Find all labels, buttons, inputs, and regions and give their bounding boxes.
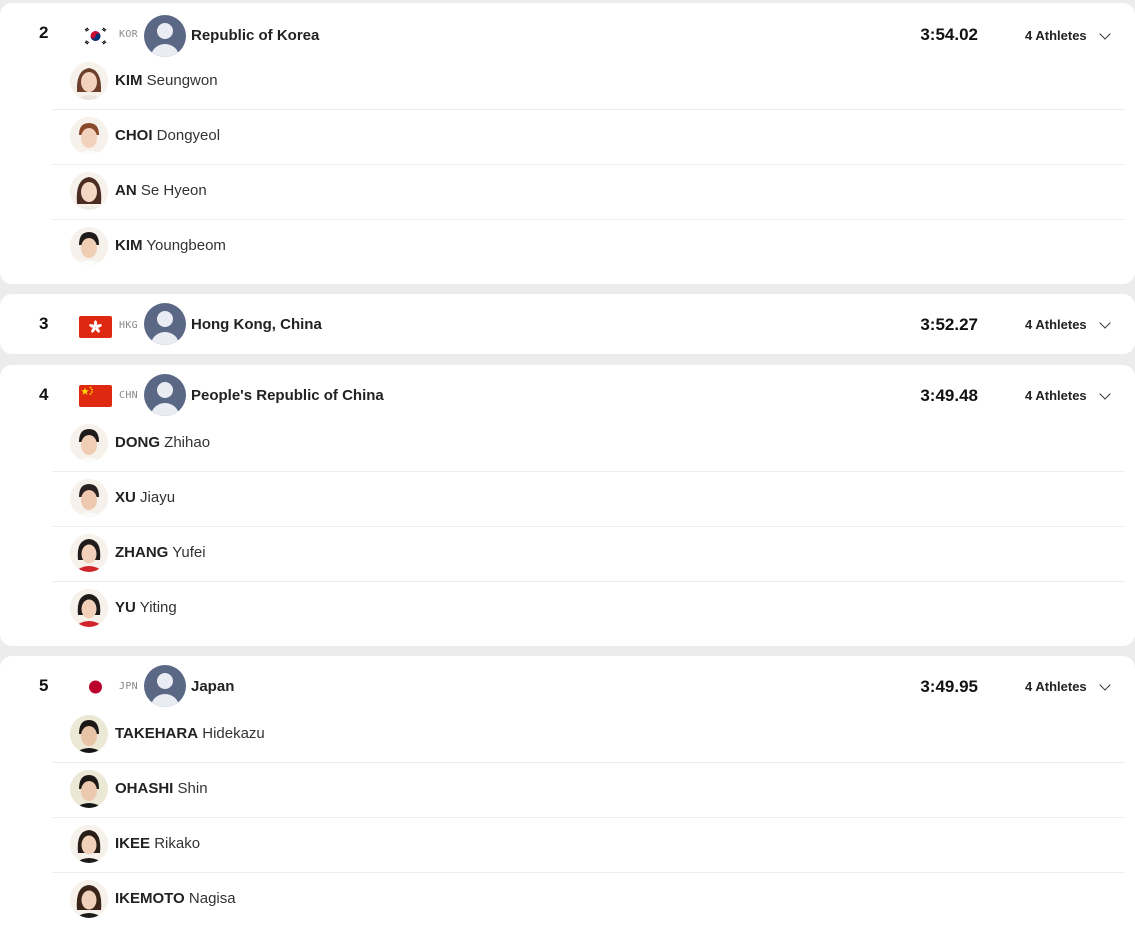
athlete-family-name: KIM	[115, 72, 143, 89]
athlete-given-name: Jiayu	[140, 489, 176, 506]
athletes-toggle-button[interactable]: 4 Athletes	[1025, 387, 1111, 403]
athlete-given-name: Rikako	[154, 835, 201, 852]
country-code: JPN	[119, 681, 138, 692]
athlete-photo	[70, 589, 108, 627]
rank: 3	[39, 314, 49, 333]
chevron-down-icon	[1098, 316, 1111, 329]
athlete-given-name: Se Hyeon	[140, 182, 207, 199]
athlete-row[interactable]: ZHANG Yufei	[52, 527, 1125, 582]
athlete-photo	[70, 227, 108, 265]
rank: 4	[39, 385, 49, 404]
athlete-photo	[70, 172, 108, 210]
athlete-family-name: XU	[115, 489, 136, 506]
athlete-family-name: TAKEHARA	[115, 725, 199, 742]
athlete-family-name: AN	[115, 182, 137, 199]
athlete-row[interactable]: KIM Seungwon	[52, 55, 1125, 110]
athlete-given-name: Shin	[177, 780, 208, 797]
rank: 5	[39, 676, 49, 695]
athlete-given-name: Nagisa	[188, 890, 236, 907]
team-avatar-icon	[144, 15, 186, 57]
athlete-family-name: IKEMOTO	[115, 890, 185, 907]
china-flag-icon	[79, 385, 112, 407]
athlete-photo	[70, 62, 108, 100]
chevron-down-icon	[1098, 27, 1111, 40]
athlete-row[interactable]: KIM Youngbeom	[52, 220, 1125, 275]
athlete-row[interactable]: IKEMOTO Nagisa	[52, 873, 1125, 928]
athlete-photo	[70, 880, 108, 918]
country-code: KOR	[119, 29, 138, 40]
korea-flag-icon	[79, 25, 112, 47]
country-code: HKG	[119, 320, 138, 331]
team-name: People's Republic of China	[191, 387, 384, 404]
rank: 2	[39, 23, 49, 42]
country-code: CHN	[119, 390, 138, 401]
team-time: 3:49.95	[920, 677, 978, 696]
athlete-row[interactable]: CHOI Dongyeol	[52, 110, 1125, 165]
athlete-family-name: YU	[115, 599, 136, 616]
athlete-row[interactable]: DONG Zhihao	[52, 417, 1125, 472]
team-name: Japan	[191, 678, 235, 695]
team-time: 3:49.48	[920, 386, 978, 405]
athlete-photo	[70, 117, 108, 155]
chevron-down-icon	[1098, 387, 1111, 400]
team-card-hkg: 3 HKG Hong Kong, China 3:52.27 4 Athlete…	[0, 294, 1135, 354]
team-row[interactable]: 2 KOR Republic of Korea 3:54.02 4 Athlet…	[0, 3, 1135, 63]
athletes-toggle-button[interactable]: 4 Athletes	[1025, 316, 1111, 332]
athlete-family-name: CHOI	[115, 127, 153, 144]
team-avatar-icon	[144, 374, 186, 416]
team-card-chn: 4 CHN People's Republic of China 3:49.48…	[0, 365, 1135, 646]
athlete-family-name: OHASHI	[115, 780, 174, 797]
athlete-photo	[70, 770, 108, 808]
athlete-photo	[70, 534, 108, 572]
team-card-jpn: 5 JPN Japan 3:49.95 4 Athletes TAKEHARA …	[0, 656, 1135, 938]
athlete-given-name: Yiting	[139, 599, 177, 616]
team-row[interactable]: 5 JPN Japan 3:49.95 4 Athletes	[0, 656, 1135, 716]
team-row[interactable]: 4 CHN People's Republic of China 3:49.48…	[0, 365, 1135, 425]
team-time: 3:54.02	[920, 25, 978, 44]
athlete-family-name: KIM	[115, 237, 143, 254]
team-time: 3:52.27	[920, 315, 978, 334]
athlete-photo	[70, 479, 108, 517]
team-row[interactable]: 3 HKG Hong Kong, China 3:52.27 4 Athlete…	[0, 294, 1135, 354]
athletes-toggle-button[interactable]: 4 Athletes	[1025, 27, 1111, 43]
athlete-given-name: Hidekazu	[202, 725, 265, 742]
athlete-given-name: Zhihao	[164, 434, 211, 451]
athlete-row[interactable]: TAKEHARA Hidekazu	[52, 708, 1125, 763]
team-avatar-icon	[144, 665, 186, 707]
athlete-family-name: DONG	[115, 434, 160, 451]
chevron-down-icon	[1098, 678, 1111, 691]
athlete-given-name: Youngbeom	[146, 237, 226, 254]
athlete-given-name: Dongyeol	[156, 127, 221, 144]
athletes-count: 4 Athletes	[1025, 388, 1087, 403]
athlete-row[interactable]: OHASHI Shin	[52, 763, 1125, 818]
athlete-row[interactable]: XU Jiayu	[52, 472, 1125, 527]
athlete-photo	[70, 825, 108, 863]
team-card-kor: 2 KOR Republic of Korea 3:54.02 4 Athlet…	[0, 3, 1135, 284]
athlete-photo	[70, 424, 108, 462]
team-avatar-icon	[144, 303, 186, 345]
athletes-count: 4 Athletes	[1025, 317, 1087, 332]
athlete-family-name: IKEE	[115, 835, 151, 852]
athletes-toggle-button[interactable]: 4 Athletes	[1025, 678, 1111, 694]
athlete-row[interactable]: AN Se Hyeon	[52, 165, 1125, 220]
hong-kong-flag-icon	[79, 316, 112, 338]
athletes-count: 4 Athletes	[1025, 28, 1087, 43]
athlete-row[interactable]: IKEE Rikako	[52, 818, 1125, 873]
athlete-family-name: ZHANG	[115, 544, 169, 561]
athlete-given-name: Seungwon	[146, 72, 218, 89]
athlete-photo	[70, 715, 108, 753]
athletes-count: 4 Athletes	[1025, 679, 1087, 694]
japan-flag-icon	[79, 676, 112, 698]
team-name: Hong Kong, China	[191, 316, 322, 333]
athlete-row[interactable]: YU Yiting	[52, 582, 1125, 637]
athlete-given-name: Yufei	[172, 544, 206, 561]
team-name: Republic of Korea	[191, 27, 320, 44]
